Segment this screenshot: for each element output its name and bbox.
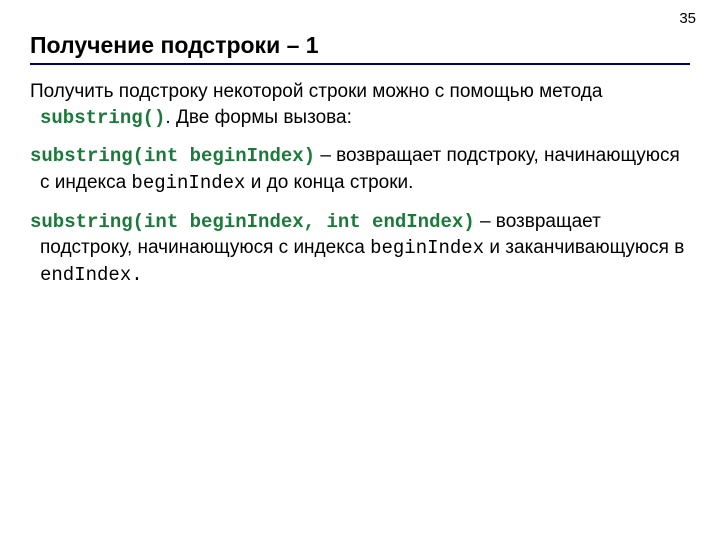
code-signature: substring(int beginIndex) (30, 145, 315, 167)
text-run: . Две формы вызова: (165, 107, 351, 128)
paragraph-form1: substring(int beginIndex) – возвращает п… (30, 143, 690, 196)
code-identifier: beginIndex (370, 237, 484, 259)
text-run: и до конца строки. (245, 172, 413, 193)
text-run: и заканчивающуюся в (484, 237, 684, 258)
page-number: 35 (679, 10, 696, 27)
slide-body: Получение подстроки – 1 Получить подстро… (0, 0, 720, 288)
paragraph-form2: substring(int beginIndex, int endIndex) … (30, 209, 690, 289)
paragraph-intro: Получить подстроку некоторой строки можн… (30, 79, 690, 131)
code-identifier: endIndex. (40, 264, 143, 286)
text-run: Получить подстроку некоторой строки можн… (30, 81, 602, 102)
code-identifier: beginIndex (131, 172, 245, 194)
code-signature: substring(int beginIndex, int endIndex) (30, 211, 475, 233)
title-underline (30, 63, 690, 65)
code-method: substring() (40, 107, 165, 129)
slide-title: Получение подстроки – 1 (30, 32, 690, 59)
